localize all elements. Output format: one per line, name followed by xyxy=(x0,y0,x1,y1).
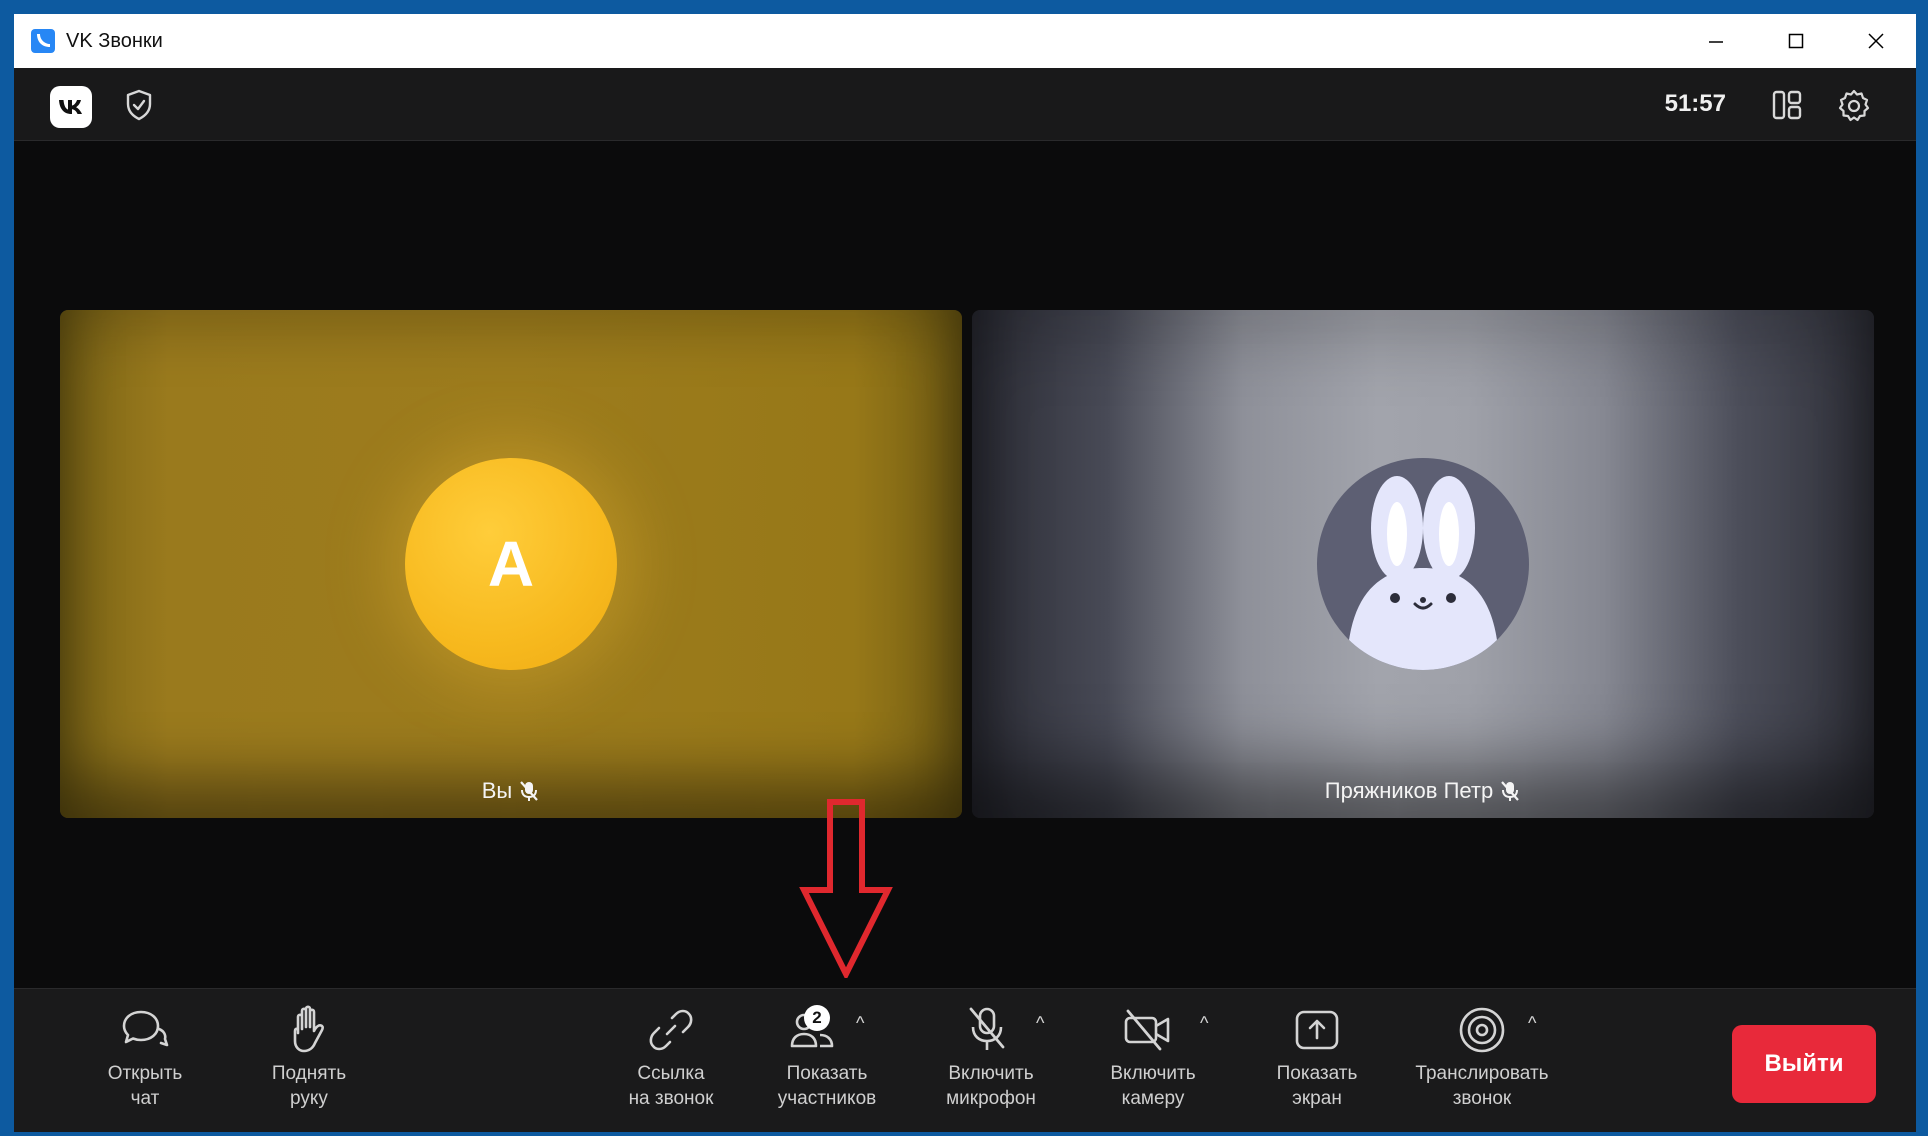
mic-off-icon xyxy=(969,1007,1005,1050)
layout-grid-icon[interactable] xyxy=(1770,88,1804,122)
participant-tile-you[interactable]: A Вы xyxy=(60,310,962,818)
call-header: 51:57 xyxy=(14,68,1916,141)
avatar xyxy=(1317,458,1529,670)
app-window: VK Звонки 51:57 A Вы Пряжников Петр Откр… xyxy=(14,14,1916,1132)
tool-label: Включить микрофон xyxy=(946,1063,1036,1109)
maximize-button[interactable] xyxy=(1756,14,1836,68)
tool-label: Показать участников xyxy=(777,1063,877,1109)
avatar-letter: A xyxy=(487,528,535,600)
participant-tile-petr[interactable]: Пряжников Петр xyxy=(972,310,1874,818)
participant-name-text: Пряжников Петр xyxy=(1324,778,1494,803)
avatar: A xyxy=(405,458,617,670)
enable-camera-button[interactable]: ^ Включить камеру xyxy=(1078,999,1228,1119)
tool-label: Открыть чат xyxy=(107,1063,183,1109)
call-link-button[interactable]: Ссылка на звонок xyxy=(596,999,746,1119)
vk-calls-app-icon xyxy=(31,29,55,53)
tool-label: Ссылка на звонок xyxy=(628,1063,714,1109)
title-bar: VK Звонки xyxy=(14,14,1916,68)
hand-icon xyxy=(293,1005,325,1053)
chevron-up-icon[interactable]: ^ xyxy=(1200,1013,1208,1034)
tool-label: Поднять руку xyxy=(271,1063,347,1109)
tool-label: Показать экран xyxy=(1276,1063,1358,1109)
minimize-icon xyxy=(1709,41,1723,43)
vk-logo-icon xyxy=(59,100,82,114)
participant-name: Пряжников Петр xyxy=(972,778,1874,804)
broadcast-icon xyxy=(1459,1007,1505,1053)
mic-muted-icon xyxy=(1501,781,1520,801)
chevron-up-icon[interactable]: ^ xyxy=(856,1013,864,1034)
mic-muted-icon xyxy=(520,781,539,801)
close-button[interactable] xyxy=(1836,14,1916,68)
raise-hand-button[interactable]: Поднять руку xyxy=(234,999,384,1119)
bunny-avatar-image xyxy=(1347,476,1499,670)
gear-icon[interactable] xyxy=(1836,88,1872,124)
call-timer: 51:57 xyxy=(1664,90,1726,117)
enable-microphone-button[interactable]: ^ Включить микрофон xyxy=(916,999,1066,1119)
chevron-up-icon[interactable]: ^ xyxy=(1036,1013,1044,1034)
leave-call-button[interactable]: Выйти xyxy=(1732,1025,1876,1103)
participant-name-text: Вы xyxy=(481,778,513,803)
link-icon xyxy=(649,1009,693,1051)
chat-icon xyxy=(122,1010,169,1047)
tool-label: Включить камеру xyxy=(1110,1063,1196,1109)
vk-logo[interactable] xyxy=(50,86,92,128)
open-chat-button[interactable]: Открыть чат xyxy=(70,999,220,1119)
chevron-up-icon[interactable]: ^ xyxy=(1528,1013,1536,1034)
minimize-button[interactable] xyxy=(1676,14,1756,68)
broadcast-call-button[interactable]: ^ Транслировать звонок xyxy=(1392,999,1572,1119)
screen-share-icon xyxy=(1295,1010,1339,1050)
show-participants-button[interactable]: 2 ^ Показать участников xyxy=(752,999,902,1119)
close-icon xyxy=(1868,33,1884,49)
annotation-arrow xyxy=(799,799,893,978)
camera-off-icon xyxy=(1124,1009,1170,1051)
window-title: VK Звонки xyxy=(66,29,163,52)
shield-check-icon[interactable] xyxy=(124,88,154,122)
maximize-icon xyxy=(1788,33,1804,49)
call-toolbar: Открыть чат Поднять руку Ссылка на звоно… xyxy=(14,988,1916,1132)
tool-label: Транслировать звонок xyxy=(1415,1063,1549,1109)
share-screen-button[interactable]: Показать экран xyxy=(1242,999,1392,1119)
participants-count-badge: 2 xyxy=(804,1005,830,1031)
